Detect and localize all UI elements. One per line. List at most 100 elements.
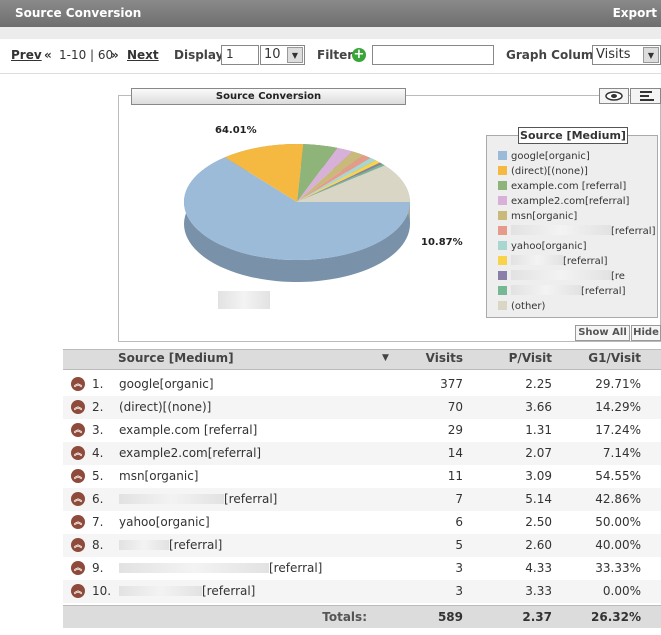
column-g1visit[interactable]: G1/Visit <box>560 349 641 370</box>
legend-label: [referral] <box>581 286 626 297</box>
legend-item[interactable]: yahoo[organic] <box>498 240 587 254</box>
redacted-label <box>119 540 169 550</box>
row-source-label: (direct)[(none)] <box>119 400 212 414</box>
redacted-label <box>511 255 563 265</box>
page-range: 1-10 | 60 <box>59 48 114 62</box>
expand-icon[interactable]: ︽ <box>71 561 85 575</box>
legend-label: [referral] <box>611 226 656 237</box>
totals-visits: 589 <box>437 610 463 624</box>
show-all-button[interactable]: Show All <box>575 325 630 341</box>
expand-icon[interactable]: ︽ <box>71 584 85 598</box>
row-source[interactable]: [referral] <box>119 557 322 580</box>
legend-swatch <box>498 256 507 265</box>
table-row[interactable]: ︽ 7. yahoo[organic] 6 2.50 50.00% <box>63 511 661 534</box>
legend-item[interactable]: (direct)[(none)] <box>498 165 588 179</box>
row-g1visit: 0.00% <box>602 584 641 598</box>
legend-item[interactable]: [referral] <box>498 225 655 239</box>
row-number: 6. <box>92 492 104 506</box>
pie-chart-toggle-icon[interactable] <box>599 88 629 104</box>
export-button[interactable]: Export <box>613 6 657 20</box>
graph-column-label: Graph Column <box>506 48 602 62</box>
hide-button[interactable]: Hide <box>631 325 661 341</box>
row-source[interactable]: (direct)[(none)] <box>119 396 211 419</box>
row-source[interactable]: google[organic] <box>119 373 214 396</box>
row-source[interactable]: [referral] <box>119 580 255 603</box>
expand-icon[interactable]: ︽ <box>71 400 85 414</box>
graph-column-select[interactable]: Visits ▼ <box>592 45 661 65</box>
legend-item[interactable]: [re <box>498 270 625 284</box>
redacted-label <box>511 270 611 280</box>
expand-icon[interactable]: ︽ <box>71 377 85 391</box>
row-g1visit: 40.00% <box>595 538 641 552</box>
column-source[interactable]: Source [Medium] <box>118 349 234 370</box>
row-source-label: [referral] <box>202 584 256 598</box>
legend-item[interactable]: [referral] <box>498 255 607 269</box>
expand-icon[interactable]: ︽ <box>71 423 85 437</box>
expand-icon[interactable]: ︽ <box>71 492 85 506</box>
expand-icon[interactable]: ︽ <box>71 515 85 529</box>
row-source[interactable]: msn[organic] <box>119 465 198 488</box>
pie-label-google: 64.01% <box>215 125 257 136</box>
column-pvisit[interactable]: P/Visit <box>480 349 552 370</box>
row-source[interactable]: example.com [referral] <box>119 419 257 442</box>
table-row[interactable]: ︽ 8. [referral] 5 2.60 40.00% <box>63 534 661 557</box>
redacted-label <box>511 225 611 235</box>
row-source[interactable]: example2.com[referral] <box>119 442 261 465</box>
page-title: Source Conversion <box>15 6 142 20</box>
prev-link[interactable]: Prev <box>11 48 42 62</box>
pie-chart[interactable] <box>180 140 420 300</box>
table-row[interactable]: ︽ 5. msn[organic] 11 3.09 54.55% <box>63 465 661 488</box>
table-row[interactable]: ︽ 3. example.com [referral] 29 1.31 17.24% <box>63 419 661 442</box>
legend-item[interactable]: example.com [referral] <box>498 180 626 194</box>
row-source[interactable]: [referral] <box>119 488 277 511</box>
table-row[interactable]: ︽ 6. [referral] 7 5.14 42.86% <box>63 488 661 511</box>
column-visits[interactable]: Visits <box>400 349 463 370</box>
legend-item[interactable]: (other) <box>498 300 545 314</box>
table-row[interactable]: ︽ 9. [referral] 3 4.33 33.33% <box>63 557 661 580</box>
table-row[interactable]: ︽ 2. (direct)[(none)] 70 3.66 14.29% <box>63 396 661 419</box>
expand-icon[interactable]: ︽ <box>71 538 85 552</box>
row-visits: 29 <box>447 423 463 437</box>
row-g1visit: 33.33% <box>595 561 641 575</box>
row-visits: 377 <box>440 377 463 391</box>
table-row[interactable]: ︽ 1. google[organic] 377 2.25 29.71% <box>63 373 661 396</box>
row-number: 5. <box>92 469 104 483</box>
totals-pvisit: 2.37 <box>522 610 552 624</box>
legend-swatch <box>498 181 507 190</box>
sort-icon[interactable]: ▼ <box>382 349 389 370</box>
legend-item[interactable]: msn[organic] <box>498 210 577 224</box>
display-start-input[interactable]: 1 <box>221 45 259 65</box>
row-g1visit: 14.29% <box>595 400 641 414</box>
filter-input[interactable] <box>372 45 494 65</box>
row-visits: 7 <box>455 492 463 506</box>
row-visits: 3 <box>455 561 463 575</box>
row-g1visit: 50.00% <box>595 515 641 529</box>
row-source[interactable]: yahoo[organic] <box>119 511 210 534</box>
legend-label: (direct)[(none)] <box>511 166 588 177</box>
chart-title: Source Conversion <box>131 88 406 105</box>
row-number: 9. <box>92 561 104 575</box>
legend-item[interactable]: [referral] <box>498 285 625 299</box>
row-source[interactable]: [referral] <box>119 534 222 557</box>
legend-label: (other) <box>511 301 546 312</box>
redacted-label <box>119 494 224 504</box>
legend-label: google[organic] <box>511 151 590 162</box>
display-count-select[interactable]: 10 ▼ <box>260 45 305 65</box>
expand-icon[interactable]: ︽ <box>71 469 85 483</box>
bar-chart-toggle-icon[interactable] <box>630 88 661 104</box>
next-icon[interactable]: » <box>111 48 119 62</box>
legend-swatch <box>498 286 507 295</box>
legend-title: Source [Medium] <box>518 127 628 144</box>
table-row[interactable]: ︽ 10. [referral] 3 3.33 0.00% <box>63 580 661 603</box>
legend-item[interactable]: example2.com[referral] <box>498 195 629 209</box>
prev-icon[interactable]: « <box>44 48 52 62</box>
legend-item[interactable]: google[organic] <box>498 150 590 164</box>
expand-icon[interactable]: ︽ <box>71 446 85 460</box>
next-link[interactable]: Next <box>127 48 159 62</box>
row-pvisit: 3.09 <box>525 469 552 483</box>
legend-swatch <box>498 271 507 280</box>
row-g1visit: 42.86% <box>595 492 641 506</box>
table-row[interactable]: ︽ 4. example2.com[referral] 14 2.07 7.14% <box>63 442 661 465</box>
add-filter-icon[interactable]: + <box>352 48 366 62</box>
row-pvisit: 2.50 <box>525 515 552 529</box>
